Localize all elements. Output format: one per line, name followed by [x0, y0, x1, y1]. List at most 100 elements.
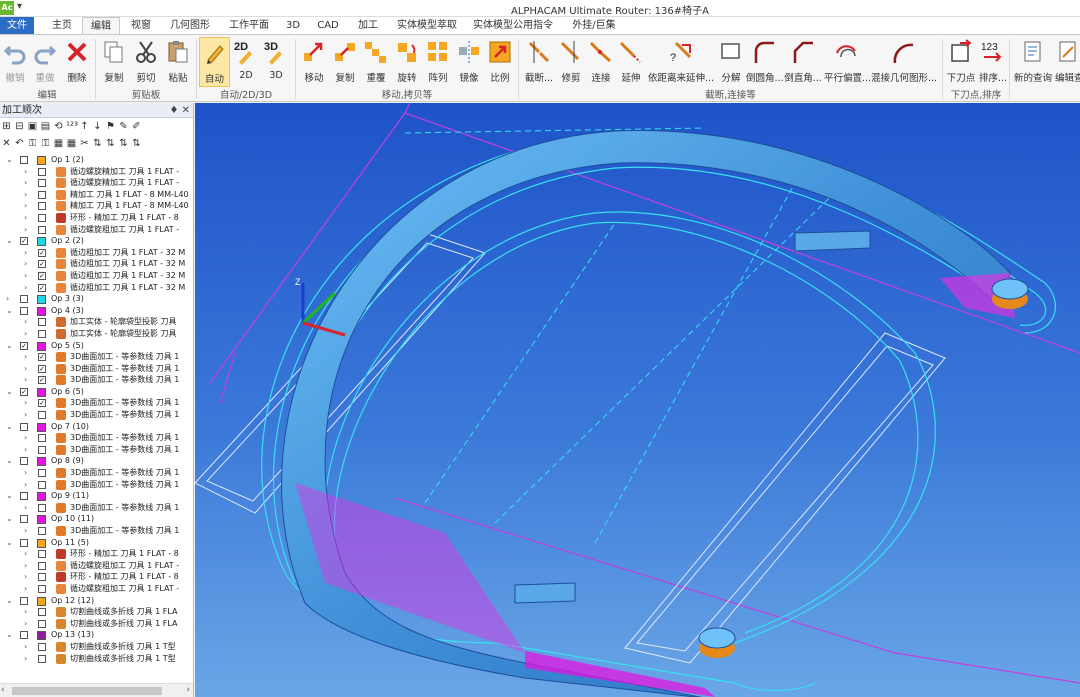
op-item-row[interactable]: › 切割曲线或多折线 刀具 1 FLA: [0, 618, 193, 630]
expand-chevron-icon[interactable]: ›: [24, 316, 32, 328]
sort-op-icon[interactable]: ⇅: [131, 138, 142, 149]
expand-chevron-icon[interactable]: ›: [24, 560, 32, 572]
flag-icon[interactable]: ⚑: [105, 121, 116, 132]
expand-chevron-icon[interactable]: ⌄: [6, 629, 14, 641]
expand-chevron-icon[interactable]: ⌄: [6, 340, 14, 352]
op-group-row[interactable]: ⌄ Op 7 (10): [0, 421, 193, 433]
expand-chevron-icon[interactable]: ›: [24, 212, 32, 224]
expand-chevron-icon[interactable]: ›: [24, 502, 32, 514]
start-point-button[interactable]: 下刀点: [945, 37, 977, 87]
expand-chevron-icon[interactable]: ⌄: [6, 305, 14, 317]
expand-chevron-icon[interactable]: ⌄: [6, 386, 14, 398]
op-checkbox[interactable]: [38, 318, 46, 327]
mirror-button[interactable]: 镜像: [455, 37, 483, 87]
fillet-button[interactable]: 倒圆角...: [746, 37, 784, 87]
menu-geometry[interactable]: 几何图形: [165, 17, 215, 34]
sort-op-icon[interactable]: ⇅: [105, 138, 116, 149]
edit-icon[interactable]: ✎: [118, 121, 129, 132]
delete-button[interactable]: 删除: [63, 37, 91, 87]
op-checkbox[interactable]: [38, 654, 46, 663]
op-item-row[interactable]: › 3D曲面加工 - 等参数线 刀具 1: [0, 479, 193, 491]
expand-chevron-icon[interactable]: ⌄: [6, 490, 14, 502]
scroll-right-icon[interactable]: ›: [186, 685, 190, 695]
op-checkbox[interactable]: [38, 550, 46, 559]
op-checkbox[interactable]: [38, 213, 46, 222]
expand-chevron-icon[interactable]: ⌄: [6, 537, 14, 549]
op-checkbox[interactable]: ✓: [38, 376, 46, 385]
op-checkbox[interactable]: [38, 561, 46, 570]
op-item-row[interactable]: › ✓ 循边粗加工 刀具 1 FLAT - 32 M: [0, 247, 193, 259]
tool-icon[interactable]: ✂: [79, 138, 90, 149]
op-item-row[interactable]: › ✓ 3D曲面加工 - 等参数线 刀具 1: [0, 363, 193, 375]
expand-chevron-icon[interactable]: ⌄: [6, 235, 14, 247]
expand-chevron-icon[interactable]: ›: [24, 653, 32, 665]
expand-chevron-icon[interactable]: ›: [24, 328, 32, 340]
op-item-row[interactable]: › 切割曲线或多折线 刀具 1 FLA: [0, 606, 193, 618]
expand-chevron-icon[interactable]: ›: [24, 467, 32, 479]
undo-op-icon[interactable]: ↶: [14, 138, 25, 149]
op-group-row[interactable]: ⌄ Op 10 (11): [0, 513, 193, 525]
auto-button[interactable]: 自动: [199, 37, 230, 87]
expand-chevron-icon[interactable]: ›: [24, 432, 32, 444]
op-item-row[interactable]: › 3D曲面加工 - 等参数线 刀具 1: [0, 502, 193, 514]
menu-home[interactable]: 主页: [44, 17, 80, 34]
expand-chevron-icon[interactable]: ›: [24, 224, 32, 236]
sort-button[interactable]: 123 排序...: [978, 37, 1008, 87]
rotate-button[interactable]: 旋转: [393, 37, 421, 87]
copy-button[interactable]: 复制: [100, 37, 128, 87]
repeat-button[interactable]: 重覆: [362, 37, 390, 87]
op-item-row[interactable]: › 循边螺旋粗加工 刀具 1 FLAT -: [0, 224, 193, 236]
op-item-row[interactable]: › ✓ 循边粗加工 刀具 1 FLAT - 32 M: [0, 258, 193, 270]
array-button[interactable]: 阵列: [424, 37, 452, 87]
grid-icon[interactable]: ▦: [53, 138, 64, 149]
expand-chevron-icon[interactable]: ⌄: [6, 421, 14, 433]
op-item-row[interactable]: › 循边螺旋粗加工 刀具 1 FLAT -: [0, 583, 193, 595]
expand-chevron-icon[interactable]: ›: [24, 200, 32, 212]
expand-chevron-icon[interactable]: ›: [24, 479, 32, 491]
op-checkbox[interactable]: [38, 190, 46, 199]
op-item-row[interactable]: › 循边螺旋精加工 刀具 1 FLAT -: [0, 177, 193, 189]
op-item-row[interactable]: › 循边螺旋精加工 刀具 1 FLAT -: [0, 166, 193, 178]
expand-chevron-icon[interactable]: ›: [24, 374, 32, 386]
expand-chevron-icon[interactable]: ›: [6, 293, 14, 305]
expand-chevron-icon[interactable]: ›: [24, 583, 32, 595]
op-checkbox[interactable]: [38, 202, 46, 211]
expand-chevron-icon[interactable]: ›: [24, 258, 32, 270]
scroll-left-icon[interactable]: ‹: [1, 685, 5, 695]
blend-button[interactable]: 混接几何图形...: [870, 37, 938, 87]
expand-chevron-icon[interactable]: ⌄: [6, 455, 14, 467]
edit-query-button[interactable]: 编辑查: [1055, 37, 1080, 87]
op-group-row[interactable]: ⌄ Op 9 (11): [0, 490, 193, 502]
break-button[interactable]: 截断...: [522, 37, 556, 87]
op-checkbox[interactable]: ✓: [38, 353, 46, 362]
redo-button[interactable]: 重做: [32, 37, 58, 87]
op-checkbox[interactable]: ✓: [20, 237, 28, 246]
menu-edit[interactable]: 编辑: [82, 17, 120, 34]
op-item-row[interactable]: › ✓ 3D曲面加工 - 等参数线 刀具 1: [0, 351, 193, 363]
2d-button[interactable]: 2D 2D: [233, 37, 259, 87]
op-group-row[interactable]: ⌄ Op 8 (9): [0, 455, 193, 467]
collapse-all-icon[interactable]: ⊟: [14, 121, 25, 132]
op-group-row[interactable]: ⌄ Op 13 (13): [0, 629, 193, 641]
op-checkbox[interactable]: [38, 573, 46, 582]
op-item-row[interactable]: › ✓ 3D曲面加工 - 等参数线 刀具 1: [0, 374, 193, 386]
op-checkbox[interactable]: [20, 515, 28, 524]
op-checkbox[interactable]: [20, 156, 28, 164]
list-icon[interactable]: ▤: [40, 121, 51, 132]
op-item-row[interactable]: › 3D曲面加工 - 等参数线 刀具 1: [0, 432, 193, 444]
table-icon[interactable]: ▦: [66, 138, 77, 149]
expand-chevron-icon[interactable]: ›: [24, 397, 32, 409]
op-checkbox[interactable]: [38, 642, 46, 651]
expand-chevron-icon[interactable]: ›: [24, 247, 32, 259]
op-checkbox[interactable]: [38, 179, 46, 188]
op-checkbox[interactable]: ✓: [38, 271, 46, 280]
op-group-row[interactable]: › Op 3 (3): [0, 293, 193, 305]
expand-chevron-icon[interactable]: ›: [24, 571, 32, 583]
menu-file[interactable]: 文件: [0, 17, 34, 34]
op-checkbox[interactable]: [20, 538, 28, 547]
op-checkbox[interactable]: [20, 596, 28, 605]
delete-op-icon[interactable]: ✕: [1, 138, 12, 149]
scroll-thumb[interactable]: [12, 687, 162, 695]
offset-button[interactable]: 平行偏置...: [824, 37, 871, 87]
op-checkbox[interactable]: [38, 503, 46, 512]
